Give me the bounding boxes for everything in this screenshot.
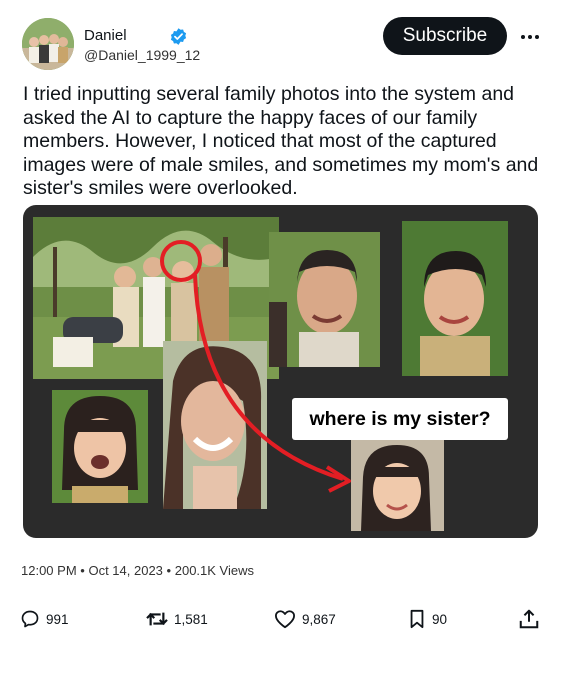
share-button[interactable] <box>518 603 540 635</box>
bookmark-button[interactable]: 90 <box>408 603 447 635</box>
media-annotation: where is my sister? <box>292 398 508 440</box>
post-meta: 12:00 PM • Oct 14, 2023 • 200.1K Views <box>21 563 254 578</box>
verified-badge-icon <box>170 28 187 45</box>
repost-count: 1,581 <box>174 611 208 627</box>
repost-button[interactable]: 1,581 <box>146 603 208 635</box>
post-media[interactable] <box>23 205 538 538</box>
post-text: I tried inputting several family photos … <box>23 83 539 199</box>
repost-icon <box>146 612 168 626</box>
author-display-name[interactable]: Daniel <box>84 27 127 44</box>
subscribe-button[interactable]: Subscribe <box>383 17 507 55</box>
like-button[interactable]: 9,867 <box>274 603 336 635</box>
share-icon <box>519 609 539 629</box>
meta-separator: • <box>80 563 85 578</box>
more-icon[interactable] <box>519 27 541 47</box>
reply-icon <box>21 610 39 628</box>
annotation-arrow <box>160 240 351 493</box>
like-icon <box>274 610 295 629</box>
meta-separator: • <box>166 563 172 578</box>
bookmark-icon <box>410 609 424 629</box>
action-bar: 991 1,581 9,867 90 <box>0 603 561 635</box>
post-views: 200.1K Views <box>174 563 254 578</box>
author-handle[interactable]: @Daniel_1999_12 <box>84 47 200 63</box>
reply-button[interactable]: 991 <box>20 603 69 635</box>
post-time: 12:00 PM <box>21 563 77 578</box>
reply-count: 991 <box>46 611 69 627</box>
avatar[interactable] <box>22 18 74 70</box>
like-count: 9,867 <box>302 611 336 627</box>
bookmark-count: 90 <box>432 611 448 627</box>
post-date[interactable]: Oct 14, 2023 <box>88 563 162 578</box>
